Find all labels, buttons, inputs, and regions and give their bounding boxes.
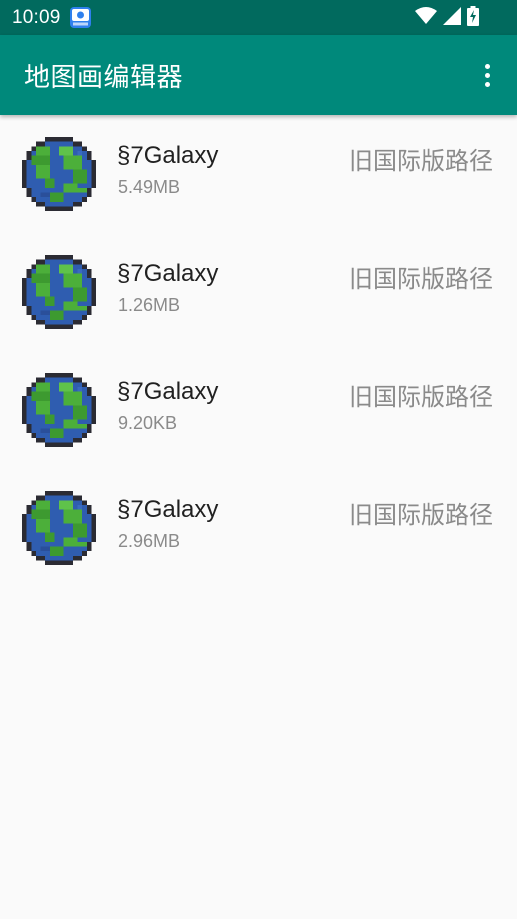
status-icons (415, 5, 505, 30)
globe-icon (22, 137, 96, 211)
wifi-icon (415, 6, 437, 29)
app-bar: 地图画编辑器 (0, 35, 517, 115)
world-size: 5.49MB (118, 177, 181, 197)
globe-icon (22, 491, 96, 565)
world-list: §7Galaxy 5.49MB 旧国际版路径 §7Galaxy 1.26MB 旧… (0, 115, 517, 587)
world-size: 2.96MB (118, 531, 181, 551)
world-path-type: 旧国际版路径 (349, 147, 493, 175)
app-notification-icon (69, 7, 91, 28)
world-list-item[interactable]: §7Galaxy 1.26MB 旧国际版路径 (0, 233, 517, 351)
battery-charging-icon (467, 5, 479, 30)
world-list-item[interactable]: §7Galaxy 2.96MB 旧国际版路径 (0, 469, 517, 587)
menu-dot (484, 72, 490, 78)
cell-signal-icon (443, 6, 461, 29)
world-name: §7Galaxy (117, 260, 219, 287)
status-bar: 10:09 (0, 0, 517, 35)
world-path-type: 旧国际版路径 (349, 265, 493, 293)
world-name: §7Galaxy (117, 496, 219, 523)
world-name: §7Galaxy (117, 142, 219, 169)
world-path-type: 旧国际版路径 (349, 501, 493, 529)
globe-icon (22, 255, 96, 329)
world-size: 9.20KB (118, 413, 178, 433)
status-time: 10:09 (12, 6, 61, 28)
world-size: 1.26MB (118, 295, 181, 315)
world-path-type: 旧国际版路径 (349, 383, 493, 411)
screen: 10:09 地图画编辑器 §7Galaxy 5.49MB 旧国际版路径 §7Ga… (0, 0, 517, 919)
menu-dot (484, 63, 490, 69)
globe-icon (22, 373, 96, 447)
app-title: 地图画编辑器 (24, 62, 184, 93)
world-name: §7Galaxy (117, 378, 219, 405)
world-list-item[interactable]: §7Galaxy 9.20KB 旧国际版路径 (0, 351, 517, 469)
menu-dot (484, 81, 490, 87)
world-list-item[interactable]: §7Galaxy 5.49MB 旧国际版路径 (0, 115, 517, 233)
more-vert-icon[interactable] (477, 59, 497, 91)
